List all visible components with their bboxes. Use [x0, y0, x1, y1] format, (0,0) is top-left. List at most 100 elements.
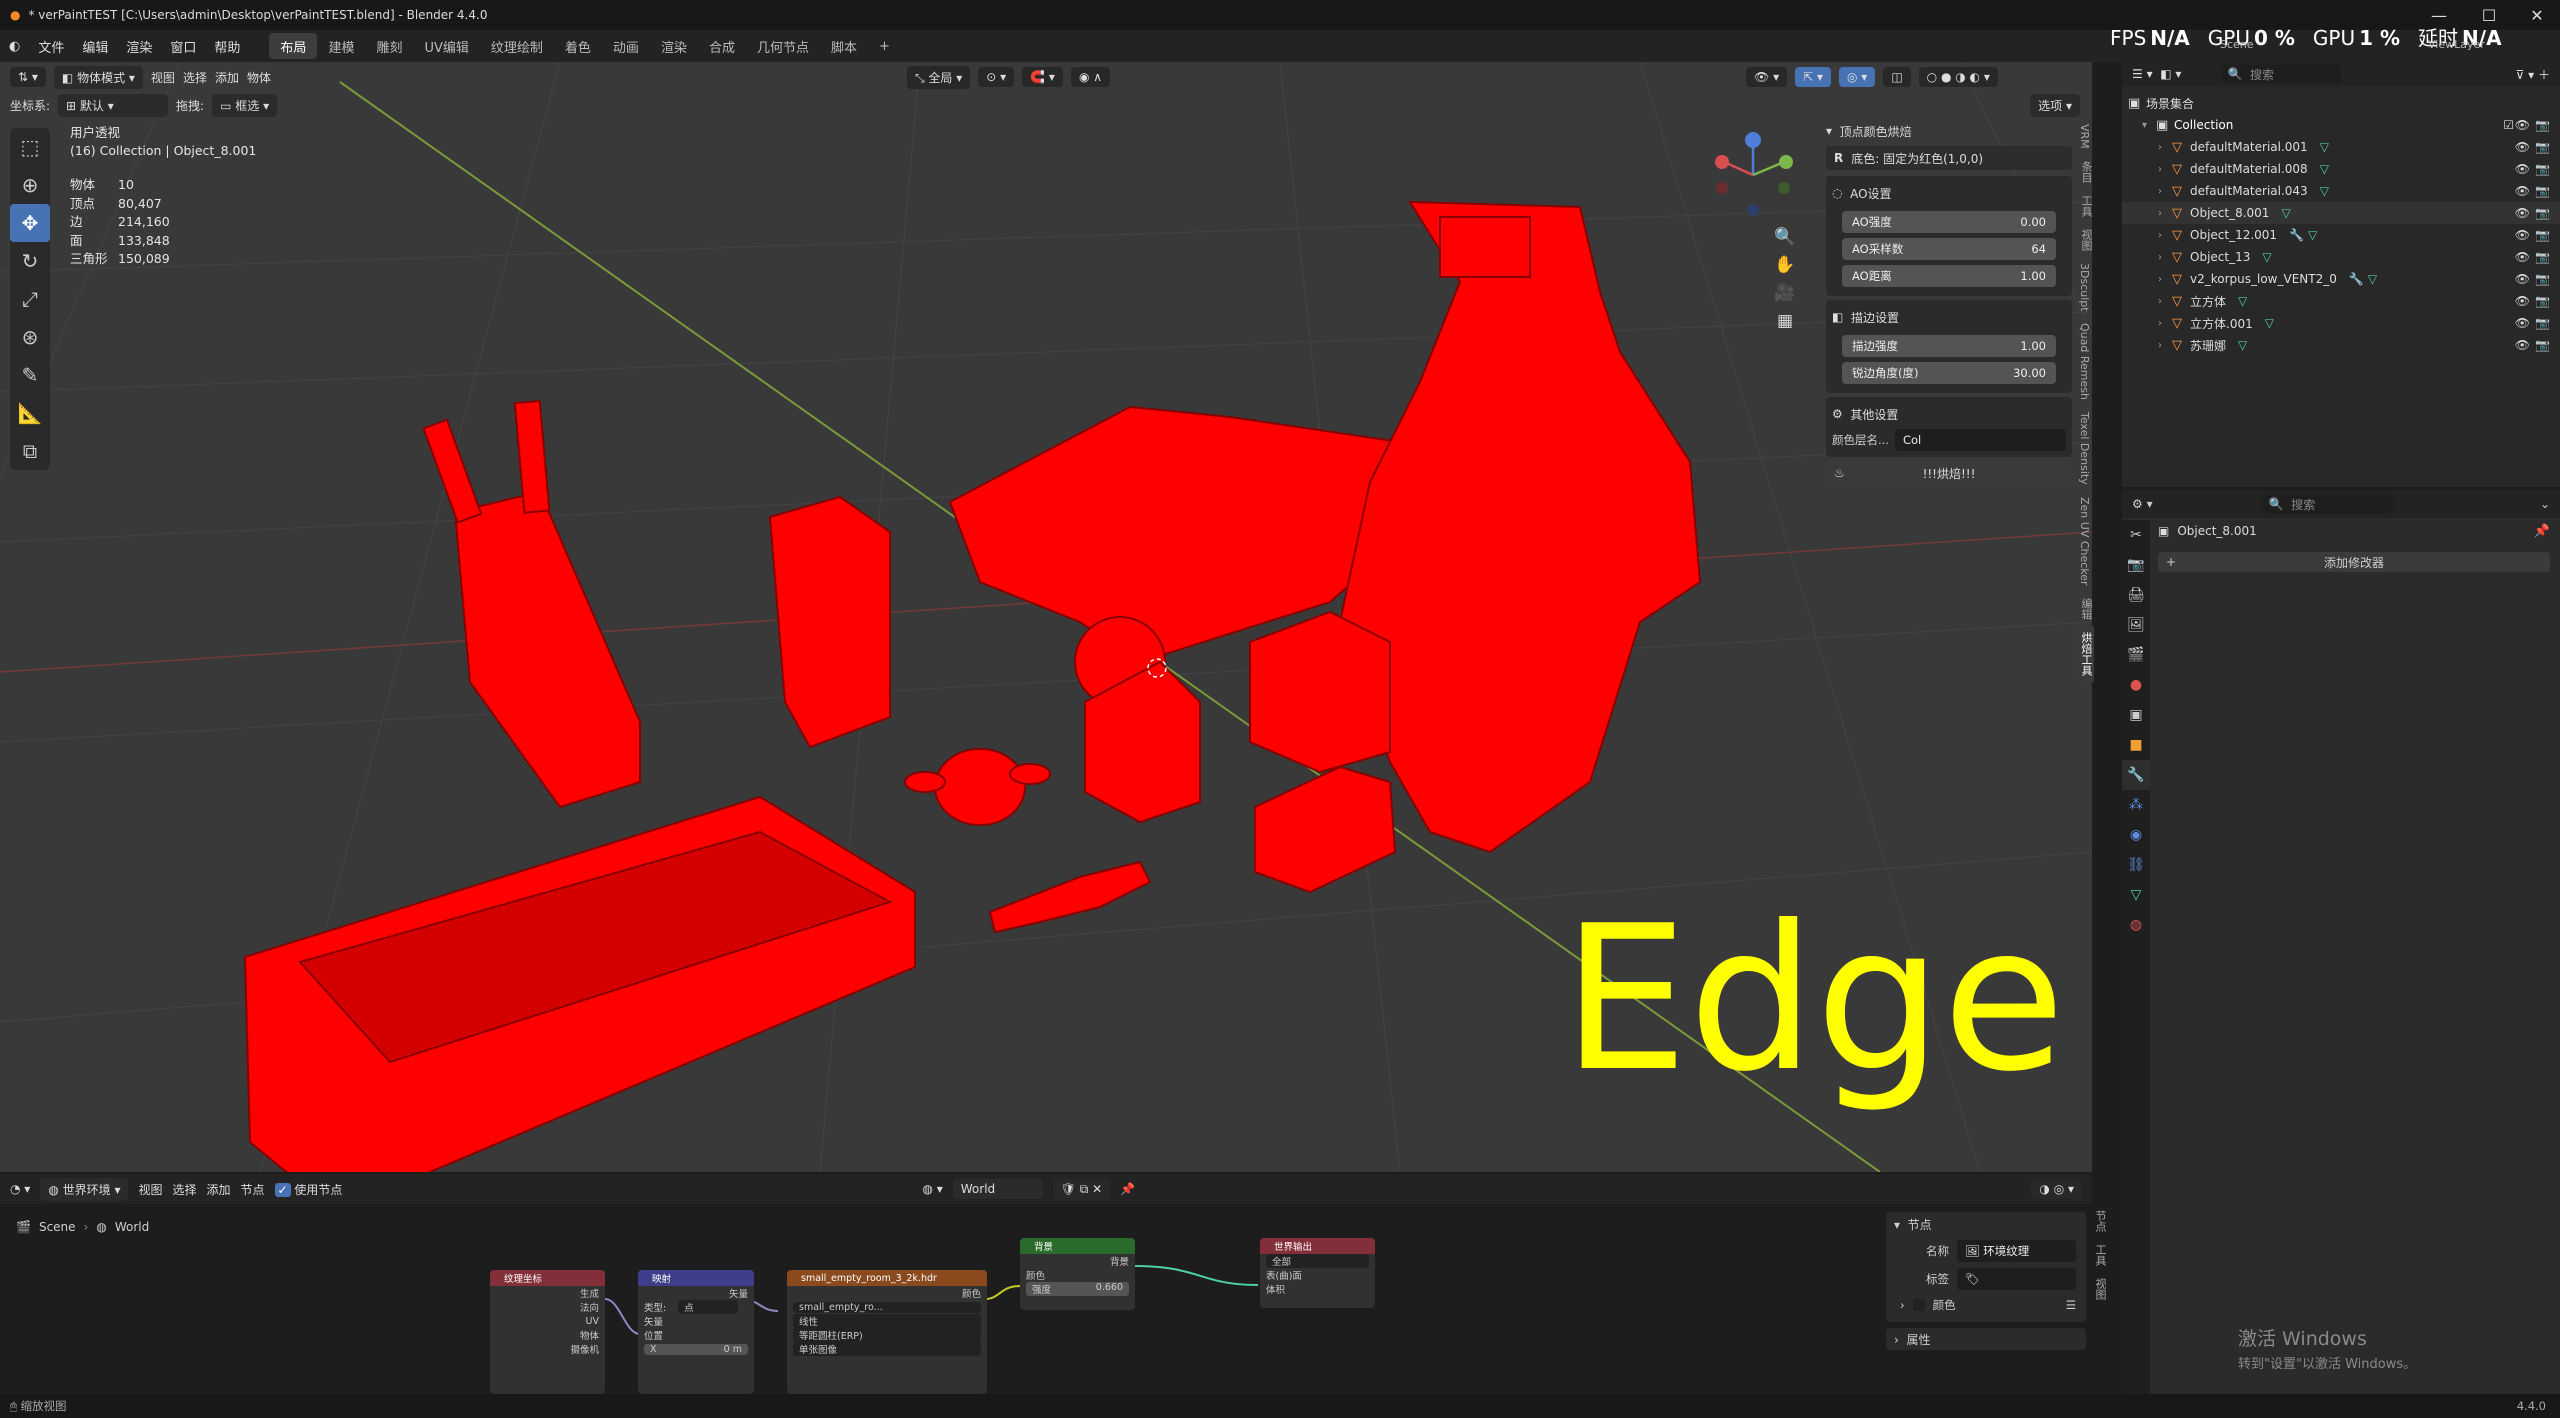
tab-animation[interactable]: 动画 [602, 33, 650, 59]
material-tab-icon[interactable]: ◍ [2122, 910, 2150, 940]
move-icon[interactable]: ✥ [10, 204, 50, 242]
tab-quad-remesh[interactable]: Quad Remesh [2078, 317, 2091, 406]
node-menu-node[interactable]: 节点 [241, 1181, 265, 1198]
tab-modeling[interactable]: 建模 [317, 33, 365, 59]
camera-view-icon[interactable]: 🎥 [1774, 283, 1795, 303]
properties-search[interactable]: 🔍 搜索 [2262, 495, 2393, 513]
world-output-node[interactable]: 世界输出 全部 表(曲)面 体积 [1260, 1238, 1375, 1308]
outliner-item[interactable]: › ▽ defaultMaterial.001 ▽ 👁 📷 [2122, 136, 2560, 158]
node-editor-type-icon[interactable]: ◔ ▾ [10, 1182, 30, 1196]
ao-samples-slider[interactable]: AO采样数 64 [1842, 238, 2056, 260]
select-box-icon[interactable]: ⬚ [10, 128, 50, 166]
envtex-proj-row[interactable]: 等距圆柱(ERP) [787, 1328, 987, 1342]
expand-icon[interactable]: › [2158, 142, 2172, 153]
3d-viewport[interactable]: 🔍 ✋ 🎥 ▦ Edge [0, 62, 2092, 1172]
xray-icon[interactable]: ◫ [1883, 67, 1911, 87]
transform-icon[interactable]: ⊛ [10, 318, 50, 356]
checkbox-icon[interactable]: ☑ [2503, 118, 2514, 132]
outliner-type-icon[interactable]: ☰ ▾ [2132, 67, 2153, 81]
tab-layout[interactable]: 布局 [269, 33, 318, 59]
constraints-tab-icon[interactable]: ⛓ [2122, 850, 2150, 880]
collection-row[interactable]: ▾ ▣ Collection ☑ 👁 📷 [2122, 114, 2560, 136]
outliner-item[interactable]: › ▽ defaultMaterial.008 ▽ 👁 📷 [2122, 158, 2560, 180]
tab-sculpting[interactable]: 雕刻 [365, 33, 413, 59]
rotate-icon[interactable]: ↻ [10, 242, 50, 280]
pan-hand-icon[interactable]: ✋ [1774, 255, 1795, 275]
expand-icon[interactable]: › [2158, 208, 2172, 219]
camera-icon[interactable]: 📷 [2535, 316, 2550, 330]
envtex-extension-select[interactable]: 单张图像 [793, 1342, 981, 1356]
tool-tab-icon[interactable]: ✂ [2122, 520, 2150, 550]
expand-icon[interactable]: › [2158, 164, 2172, 175]
texture-coordinate-node[interactable]: 纹理坐标 生成 法向 UV 物体 摄像机 [490, 1270, 605, 1394]
camera-icon[interactable]: 📷 [2535, 118, 2550, 132]
physics-tab-icon[interactable]: ◉ [2122, 820, 2150, 850]
node-menu-select[interactable]: 选择 [172, 1181, 196, 1198]
edge-strength-slider[interactable]: 描边强度 1.00 [1842, 335, 2056, 357]
particles-tab-icon[interactable]: ⁂ [2122, 790, 2150, 820]
overlay-toggle-icon[interactable]: ◎ ▾ [1839, 67, 1876, 87]
tab-edit[interactable]: 编辑 [2078, 592, 2094, 626]
ortho-grid-icon[interactable]: ▦ [1777, 311, 1793, 331]
layer-name-input[interactable]: Col [1894, 429, 2066, 451]
tab-texture-paint[interactable]: 纹理绘制 [480, 33, 554, 59]
menu-object[interactable]: 物体 [247, 69, 271, 86]
node-overlay-icon[interactable]: ◑ ◎ ▾ [2031, 1179, 2082, 1199]
add-modifier-button[interactable]: + 添加修改器 [2158, 552, 2550, 572]
node-tab-node[interactable]: 节点 [2092, 1204, 2108, 1238]
tab-zen-uv-checker[interactable]: Zen UV Checker [2078, 491, 2091, 592]
snap-icon[interactable]: 🧲 ▾ [1022, 67, 1063, 87]
tab-bake-tools[interactable]: 烘焙工具 [2078, 625, 2094, 682]
outliner-search[interactable]: 🔍 搜索 [2221, 65, 2342, 83]
node-tab-tool[interactable]: 工具 [2092, 1238, 2108, 1272]
filter-icon[interactable]: ⊽ ▾ ＋ [2516, 66, 2550, 83]
navigation-gizmo[interactable] [1708, 130, 1798, 220]
cursor-icon[interactable]: ⊕ [10, 166, 50, 204]
expand-icon[interactable]: › [2158, 340, 2172, 351]
data-tab-icon[interactable]: ▽ [2122, 880, 2150, 910]
scene-selector[interactable]: Scene [2220, 38, 2254, 51]
tab-view[interactable]: 视图 [2078, 223, 2094, 257]
outliner-item[interactable]: › ▽ defaultMaterial.043 ▽ 👁 📷 [2122, 180, 2560, 202]
tab-geometry-nodes[interactable]: 几何节点 [746, 33, 820, 59]
outliner-item[interactable]: › ▽ v2_korpus_low_VENT2_0 🔧 ▽ 👁 📷 [2122, 268, 2560, 290]
menu-window[interactable]: 窗口 [161, 30, 205, 62]
tab-compositing[interactable]: 合成 [698, 33, 746, 59]
menu-render[interactable]: 渲染 [117, 30, 161, 62]
envtex-ext-row[interactable]: 单张图像 [787, 1342, 987, 1356]
camera-icon[interactable]: 📷 [2535, 294, 2550, 308]
background-node[interactable]: 背景 背景 颜色 强度 0.660 [1020, 1238, 1135, 1310]
measure-icon[interactable]: 📐 [10, 394, 50, 432]
camera-icon[interactable]: 📷 [2535, 184, 2550, 198]
render-tab-icon[interactable]: 📷 [2122, 550, 2150, 580]
options-button[interactable]: 选项 ▾ [2030, 93, 2080, 117]
mapping-type-select[interactable]: 点 [678, 1300, 739, 1314]
expand-icon[interactable]: › [2158, 230, 2172, 241]
eye-icon[interactable]: 👁 [2515, 316, 2530, 330]
camera-icon[interactable]: 📷 [2535, 338, 2550, 352]
node-tab-view[interactable]: 视图 [2092, 1272, 2108, 1306]
pin-icon[interactable]: 📌 [2534, 524, 2550, 539]
outliner-item[interactable]: › ▽ Object_12.001 🔧 ▽ 👁 📷 [2122, 224, 2560, 246]
tab-rendering[interactable]: 渲染 [650, 33, 698, 59]
tab-scripting[interactable]: 脚本 [820, 33, 868, 59]
camera-icon[interactable]: 📷 [2535, 228, 2550, 242]
transform-orientation[interactable]: ⤡ 全局 ▾ [906, 65, 971, 89]
tab-vrm[interactable]: VRM [2078, 118, 2091, 155]
world-pin-icon[interactable]: 📌 [1120, 1182, 1135, 1196]
use-nodes-checkbox[interactable]: ✓ 使用节点 [274, 1181, 342, 1198]
eye-icon[interactable]: 👁 [2515, 162, 2530, 176]
outliner-item[interactable]: › ▽ 立方体 ▽ 👁 📷 [2122, 290, 2560, 312]
expand-icon[interactable]: › [2158, 318, 2172, 329]
expand-icon[interactable]: › [2158, 274, 2172, 285]
pivot-icon[interactable]: ⊙ ▾ [978, 67, 1015, 87]
node-menu-add[interactable]: 添加 [207, 1181, 231, 1198]
envtex-projection-select[interactable]: 等距圆柱(ERP) [793, 1328, 981, 1342]
view-layer-tab-icon[interactable]: 🖼 [2122, 610, 2150, 640]
mode-selector[interactable]: ◧ 物体模式 ▾ [53, 65, 143, 89]
node-name-field[interactable]: 🖼 环境纹理 [1957, 1240, 2076, 1262]
outliner-item[interactable]: › ▽ 苏珊娜 ▽ 👁 📷 [2122, 334, 2560, 356]
properties-chevron-icon[interactable]: ⌄ [2540, 497, 2550, 511]
environment-texture-node[interactable]: small_empty_room_3_2k.hdr 颜色 small_empty… [787, 1270, 987, 1394]
add-cube-icon[interactable]: ⧉ [10, 432, 50, 470]
